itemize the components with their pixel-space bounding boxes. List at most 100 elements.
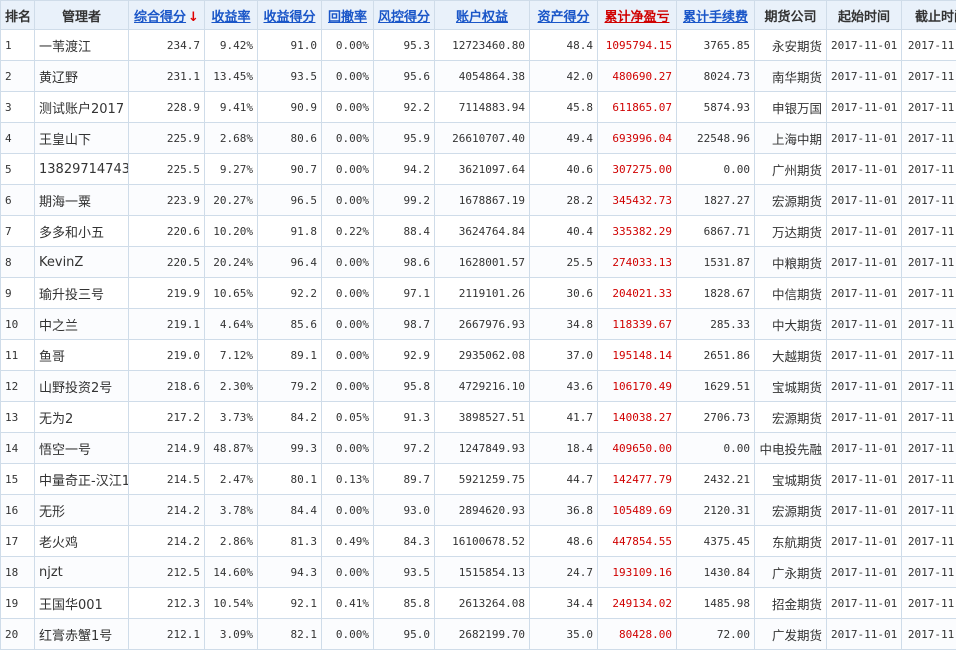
cell-asset-score: 40.6 (530, 154, 598, 185)
cell-end: 2017-11-07 (902, 402, 956, 433)
cell-return-score: 82.1 (258, 619, 322, 650)
table-row: 18njzt212.514.60%94.30.00%93.51515854.13… (1, 557, 956, 588)
cell-manager: 悟空一号 (35, 433, 129, 464)
cell-return-score: 79.2 (258, 371, 322, 402)
header-company: 期货公司 (755, 1, 827, 30)
cell-return-rate: 48.87% (205, 433, 258, 464)
sort-return-rate[interactable]: 收益率 (205, 1, 258, 30)
cell-asset-score: 36.8 (530, 495, 598, 526)
cell-net-pnl: 345432.73 (598, 185, 677, 216)
cell-fees: 4375.45 (677, 526, 755, 557)
cell-company: 宏源期货 (755, 402, 827, 433)
cell-composite: 220.6 (129, 216, 205, 247)
sort-net-pnl[interactable]: 累计净盈亏 (598, 1, 677, 30)
cell-manager: 13829714743 (35, 154, 129, 185)
cell-rank: 16 (1, 495, 35, 526)
cell-net-pnl: 118339.67 (598, 309, 677, 340)
cell-rank: 2 (1, 61, 35, 92)
cell-company: 中粮期货 (755, 247, 827, 278)
cell-manager: 王皇山下 (35, 123, 129, 154)
cell-drawdown: 0.00% (322, 433, 374, 464)
cell-asset-score: 41.7 (530, 402, 598, 433)
cell-return-rate: 10.54% (205, 588, 258, 619)
cell-equity: 5921259.75 (435, 464, 530, 495)
cell-asset-score: 48.6 (530, 526, 598, 557)
cell-composite: 223.9 (129, 185, 205, 216)
cell-return-rate: 2.86% (205, 526, 258, 557)
cell-drawdown: 0.00% (322, 340, 374, 371)
cell-end: 2017-11-07 (902, 371, 956, 402)
cell-manager: KevinZ (35, 247, 129, 278)
cell-return-rate: 3.73% (205, 402, 258, 433)
cell-drawdown: 0.00% (322, 92, 374, 123)
cell-return-rate: 7.12% (205, 340, 258, 371)
sort-equity[interactable]: 账户权益 (435, 1, 530, 30)
sort-composite-score[interactable]: 综合得分↓ (129, 1, 205, 30)
cell-drawdown: 0.00% (322, 495, 374, 526)
cell-company: 宏源期货 (755, 185, 827, 216)
cell-risk-score: 98.6 (374, 247, 435, 278)
sort-asset-score[interactable]: 资产得分 (530, 1, 598, 30)
cell-return-rate: 9.27% (205, 154, 258, 185)
cell-end: 2017-11-07 (902, 92, 956, 123)
cell-return-score: 93.5 (258, 61, 322, 92)
cell-drawdown: 0.00% (322, 278, 374, 309)
cell-composite: 217.2 (129, 402, 205, 433)
cell-company: 上海中期 (755, 123, 827, 154)
cell-net-pnl: 142477.79 (598, 464, 677, 495)
sort-return-score[interactable]: 收益得分 (258, 1, 322, 30)
cell-drawdown: 0.00% (322, 61, 374, 92)
cell-composite: 219.9 (129, 278, 205, 309)
cell-composite: 214.2 (129, 526, 205, 557)
cell-composite: 212.1 (129, 619, 205, 650)
cell-drawdown: 0.00% (322, 247, 374, 278)
header-composite-label: 综合得分 (134, 10, 186, 25)
cell-equity: 1247849.93 (435, 433, 530, 464)
cell-rank: 17 (1, 526, 35, 557)
cell-rank: 10 (1, 309, 35, 340)
cell-return-score: 91.0 (258, 30, 322, 61)
cell-risk-score: 92.2 (374, 92, 435, 123)
cell-risk-score: 93.5 (374, 557, 435, 588)
sort-fees[interactable]: 累计手续费 (677, 1, 755, 30)
cell-company: 中信期货 (755, 278, 827, 309)
cell-rank: 9 (1, 278, 35, 309)
cell-end: 2017-11-07 (902, 619, 956, 650)
cell-return-score: 84.2 (258, 402, 322, 433)
table-row: 3测试账户2017228.99.41%90.90.00%92.27114883.… (1, 92, 956, 123)
cell-fees: 2706.73 (677, 402, 755, 433)
table-row: 6期海一粟223.920.27%96.50.00%99.21678867.192… (1, 185, 956, 216)
cell-equity: 1628001.57 (435, 247, 530, 278)
cell-return-score: 96.4 (258, 247, 322, 278)
header-rank: 排名 (1, 1, 35, 30)
cell-manager: 多多和小五 (35, 216, 129, 247)
cell-equity: 2667976.93 (435, 309, 530, 340)
cell-equity: 7114883.94 (435, 92, 530, 123)
cell-start: 2017-11-01 (827, 247, 902, 278)
cell-company: 宝城期货 (755, 371, 827, 402)
cell-equity: 1678867.19 (435, 185, 530, 216)
cell-rank: 14 (1, 433, 35, 464)
cell-manager: 王国华001 (35, 588, 129, 619)
cell-equity: 3898527.51 (435, 402, 530, 433)
cell-drawdown: 0.00% (322, 185, 374, 216)
cell-composite: 219.1 (129, 309, 205, 340)
cell-fees: 8024.73 (677, 61, 755, 92)
cell-net-pnl: 80428.00 (598, 619, 677, 650)
cell-return-score: 81.3 (258, 526, 322, 557)
cell-rank: 15 (1, 464, 35, 495)
cell-drawdown: 0.00% (322, 557, 374, 588)
sort-risk-score[interactable]: 风控得分 (374, 1, 435, 30)
cell-start: 2017-11-01 (827, 402, 902, 433)
cell-composite: 214.2 (129, 495, 205, 526)
cell-equity: 2682199.70 (435, 619, 530, 650)
sort-drawdown[interactable]: 回撤率 (322, 1, 374, 30)
cell-net-pnl: 480690.27 (598, 61, 677, 92)
table-row: 7多多和小五220.610.20%91.80.22%88.43624764.84… (1, 216, 956, 247)
cell-equity: 12723460.80 (435, 30, 530, 61)
cell-drawdown: 0.00% (322, 123, 374, 154)
cell-equity: 4729216.10 (435, 371, 530, 402)
cell-rank: 8 (1, 247, 35, 278)
table-row: 11鱼哥219.07.12%89.10.00%92.92935062.0837.… (1, 340, 956, 371)
header-end-time: 截止时间 (902, 1, 956, 30)
